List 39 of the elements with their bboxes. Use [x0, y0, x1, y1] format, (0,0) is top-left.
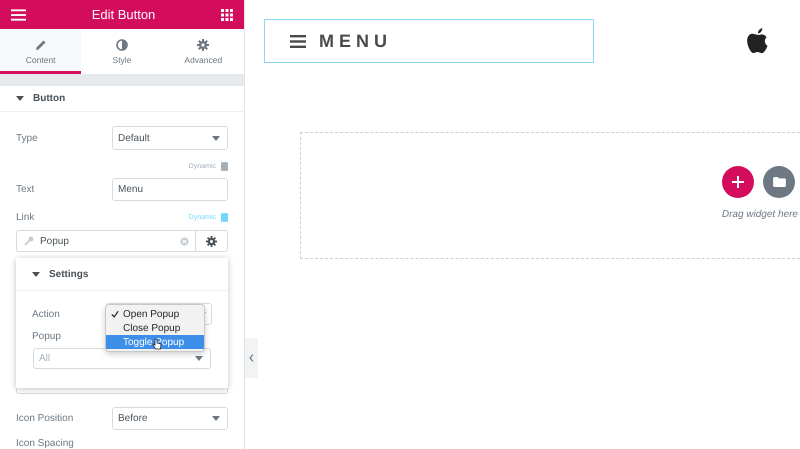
caret-icon: [212, 136, 220, 140]
dropdown-option[interactable]: Open Popup: [106, 307, 204, 321]
icon-position-select[interactable]: Before: [112, 407, 228, 430]
apple-icon: [746, 28, 769, 54]
menu-icon: [290, 34, 306, 48]
field-label: Icon Spacing: [16, 438, 75, 449]
dropdown-option[interactable]: Close Popup: [106, 321, 204, 335]
drop-hint: Drag widget here: [722, 209, 798, 220]
add-button[interactable]: [722, 166, 754, 198]
panel-tab[interactable]: Content: [0, 29, 82, 74]
field-label: Action: [32, 308, 60, 320]
section-header[interactable]: Button: [0, 86, 244, 112]
wrench-icon: [24, 236, 34, 246]
pencil-icon: [34, 38, 47, 51]
caret-icon: [212, 416, 220, 421]
caret-icon: [16, 96, 24, 101]
settings-header[interactable]: Settings: [16, 258, 228, 291]
panel-title: Edit Button: [92, 7, 156, 22]
checkmark-icon: [110, 310, 118, 318]
grid-icon[interactable]: [220, 8, 233, 21]
type-select[interactable]: Default: [112, 126, 228, 150]
chevron-left-icon: [249, 354, 254, 362]
caret-icon: [195, 356, 203, 361]
menu-widget[interactable]: MENU: [264, 19, 594, 63]
field-label: Text: [16, 184, 34, 195]
settings-icon: [206, 236, 217, 246]
plus-icon: [732, 176, 744, 188]
menu-icon[interactable]: [11, 8, 26, 21]
gear-icon: [197, 38, 210, 51]
folder-icon: [772, 177, 786, 187]
text-input[interactable]: Menu: [112, 178, 228, 201]
field-label: Popup: [32, 331, 61, 343]
template-button[interactable]: [763, 166, 795, 198]
contrast-icon: [116, 38, 128, 51]
caret-icon: [32, 272, 40, 276]
field-label: Type: [16, 132, 38, 144]
collapse-handle[interactable]: [245, 338, 258, 378]
field-label: Link: [16, 212, 34, 222]
field-label: Icon Position: [16, 413, 74, 424]
